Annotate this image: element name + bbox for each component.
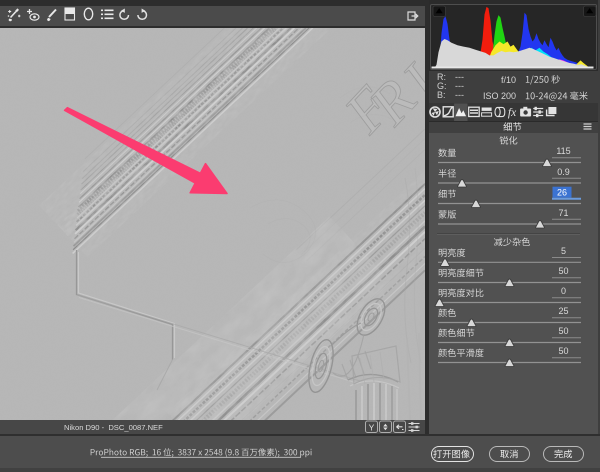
svg-text:26: 26 xyxy=(557,188,567,198)
svg-text:Y: Y xyxy=(369,423,375,433)
svg-text:fx: fx xyxy=(508,107,517,119)
